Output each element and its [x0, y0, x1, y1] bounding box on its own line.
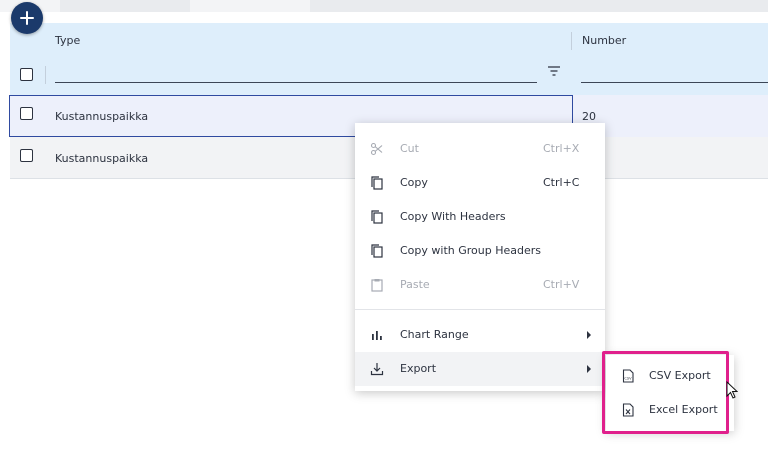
menu-item-copy-with-headers[interactable]: Copy With Headers — [355, 200, 605, 234]
column-header-number[interactable]: Number — [582, 34, 626, 47]
copy-icon — [371, 244, 383, 258]
context-menu: Cut Ctrl+X Copy Ctrl+C Copy With Headers… — [355, 123, 605, 391]
plus-icon — [20, 11, 34, 25]
toolbar-segment — [310, 0, 768, 12]
menu-item-label: CSV Export — [649, 369, 711, 382]
submenu-arrow-icon — [587, 365, 591, 373]
menu-item-label: Export — [400, 362, 437, 375]
select-all-checkbox[interactable] — [20, 68, 33, 81]
menu-item-excel-export[interactable]: Excel Export — [606, 393, 734, 427]
row-checkbox[interactable] — [20, 149, 33, 162]
menu-item-shortcut: Ctrl+C — [543, 176, 580, 189]
filter-icon[interactable] — [547, 64, 561, 78]
menu-item-chart-range[interactable]: Chart Range — [355, 318, 605, 352]
number-cell[interactable]: 20 — [582, 110, 596, 123]
menu-item-label: Copy with Group Headers — [400, 244, 542, 257]
column-header-type[interactable]: Type — [55, 34, 80, 47]
menu-item-label: Copy — [400, 176, 428, 189]
top-toolbar-strip — [0, 0, 768, 12]
toolbar-segment — [60, 0, 190, 12]
menu-item-copy-with-group-headers[interactable]: Copy with Group Headers — [355, 234, 605, 268]
menu-item-csv-export[interactable]: CSV CSV Export — [606, 359, 734, 393]
submenu-arrow-icon — [587, 331, 591, 339]
type-filter-input[interactable] — [55, 66, 537, 83]
type-cell[interactable]: Kustannuspaikka — [55, 110, 148, 123]
add-button[interactable] — [11, 2, 43, 34]
copy-icon — [371, 176, 383, 190]
copy-icon — [371, 210, 383, 224]
bar-chart-icon — [372, 331, 382, 340]
menu-item-copy[interactable]: Copy Ctrl+C — [355, 166, 605, 200]
menu-item-shortcut: Ctrl+V — [543, 278, 580, 291]
menu-item-cut[interactable]: Cut Ctrl+X — [355, 132, 605, 166]
menu-item-label: Excel Export — [649, 403, 718, 416]
menu-item-label: Paste — [400, 278, 430, 291]
csv-file-icon: CSV — [622, 369, 634, 383]
download-icon — [370, 363, 384, 376]
clipboard-icon — [371, 279, 383, 292]
menu-item-label: Chart Range — [400, 328, 469, 341]
grid-header: Type Number — [10, 23, 768, 95]
menu-item-export[interactable]: Export — [355, 352, 605, 386]
menu-item-paste[interactable]: Paste Ctrl+V — [355, 268, 605, 302]
column-divider — [45, 66, 46, 84]
scissors-icon — [370, 142, 383, 156]
svg-text:CSV: CSV — [624, 377, 632, 381]
menu-item-label: Copy With Headers — [400, 210, 506, 223]
column-divider[interactable] — [571, 32, 572, 50]
menu-item-shortcut: Ctrl+X — [543, 142, 580, 155]
mouse-cursor-icon — [726, 381, 738, 399]
number-filter-input[interactable] — [581, 66, 768, 83]
excel-file-icon — [622, 403, 634, 417]
menu-divider — [355, 309, 605, 310]
type-cell[interactable]: Kustannuspaikka — [55, 152, 148, 165]
export-submenu: CSV CSV Export Excel Export — [606, 355, 734, 431]
menu-item-label: Cut — [400, 142, 419, 155]
